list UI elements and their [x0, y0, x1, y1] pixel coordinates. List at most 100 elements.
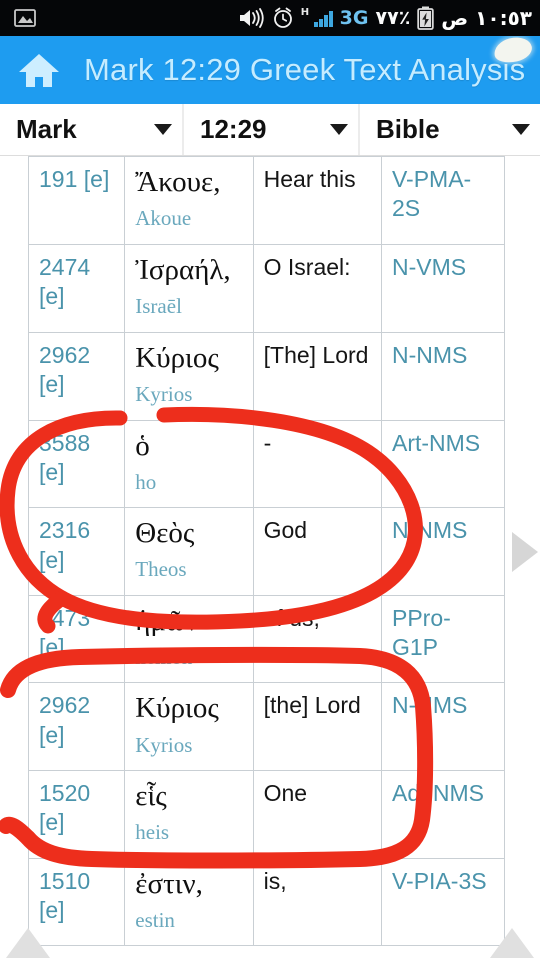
- english-gloss: [the] Lord: [263, 692, 361, 719]
- hspa-label: H: [300, 6, 310, 18]
- parsing-code: PPro-G1P: [391, 604, 451, 660]
- chevron-down-icon: [330, 124, 348, 135]
- strongs-cell[interactable]: 2962 [e]: [27, 682, 126, 772]
- network-type-label: 3G: [339, 7, 369, 29]
- transliteration: Theos: [135, 557, 187, 582]
- transliteration: Akoue: [135, 206, 192, 231]
- table-row[interactable]: 2962 [e] Κύριος Kyrios [The] Lord N-NMS: [27, 332, 506, 421]
- home-icon[interactable]: [16, 47, 62, 93]
- table-row[interactable]: 1520 [e] εἷς heis One Adj-NMS: [27, 770, 506, 859]
- parsing-code: N-NMS: [391, 517, 468, 544]
- interlinear-table: 191 [e] Ἄκουε, Akoue Hear this V-PMA-2S …: [27, 156, 506, 947]
- transliteration: hēmōn: [135, 645, 193, 670]
- english-gloss: One: [263, 780, 308, 807]
- alarm-clock-icon: [272, 7, 294, 29]
- book-dropdown-value: Mark: [16, 114, 77, 144]
- parsing-cell[interactable]: V-PIA-3S: [380, 857, 506, 947]
- strongs-number: 2316 [e]: [39, 517, 91, 573]
- status-bar-right: H 3G ٧٧٪ ١٠:٥٣ ص: [238, 6, 532, 30]
- chevron-down-icon: [512, 124, 530, 135]
- strongs-cell[interactable]: 3588 [e]: [27, 419, 126, 509]
- strongs-number: 2962 [e]: [39, 692, 91, 748]
- status-bar-left: [14, 8, 36, 28]
- greek-cell[interactable]: Κύριος Kyrios: [124, 332, 254, 421]
- reference-dropdown-value: 12:29: [200, 114, 267, 144]
- strongs-number: 1520 [e]: [39, 780, 91, 836]
- greek-cell[interactable]: εἷς heis: [124, 770, 254, 859]
- strongs-number: 3588 [e]: [39, 429, 91, 486]
- parsing-cell[interactable]: N-NMS: [380, 332, 506, 421]
- english-cell: is,: [252, 857, 382, 947]
- reference-dropdown[interactable]: 12:29: [184, 104, 360, 155]
- strongs-number: 2962 [e]: [39, 342, 91, 398]
- greek-word: Θεὸς: [135, 517, 195, 550]
- greek-cell[interactable]: Ἄκουε, Akoue: [124, 156, 254, 245]
- greek-word: ὁ: [135, 429, 150, 462]
- parsing-cell[interactable]: N-NMS: [380, 682, 506, 772]
- parsing-cell[interactable]: N-VMS: [380, 244, 506, 333]
- greek-cell[interactable]: ἐστιν, estin: [124, 857, 254, 947]
- chevron-down-icon: [154, 124, 172, 135]
- strongs-number: 191 [e]: [39, 166, 110, 192]
- triangle-right-icon[interactable]: [512, 532, 538, 572]
- transliteration: ho: [135, 469, 157, 494]
- greek-cell[interactable]: ἡμῶν hēmōn: [124, 594, 254, 684]
- interlinear-table-container[interactable]: 191 [e] Ἄκουε, Akoue Hear this V-PMA-2S …: [0, 156, 540, 960]
- table-row[interactable]: 2474 [e] Ἰσραήλ, Israēl O Israel: N-VMS: [27, 244, 506, 333]
- english-cell: Hear this: [252, 156, 382, 245]
- triangle-up-left-icon[interactable]: [6, 928, 50, 958]
- strongs-cell[interactable]: 2474 [e]: [27, 244, 126, 333]
- battery-charging-icon: [417, 6, 434, 30]
- book-dropdown[interactable]: Mark: [0, 104, 184, 155]
- table-row[interactable]: 3588 [e] ὁ ho - Art-NMS: [27, 419, 506, 509]
- parsing-code: V-PMA-2S: [391, 166, 472, 221]
- parsing-cell[interactable]: Adj-NMS: [380, 770, 506, 859]
- strongs-cell[interactable]: 2316 [e]: [27, 507, 126, 596]
- strongs-cell[interactable]: 191 [e]: [27, 156, 126, 245]
- parsing-cell[interactable]: V-PMA-2S: [380, 156, 506, 245]
- greek-word: Κύριος: [135, 692, 219, 725]
- greek-cell[interactable]: Κύριος Kyrios: [124, 682, 254, 772]
- table-row[interactable]: 191 [e] Ἄκουε, Akoue Hear this V-PMA-2S: [27, 156, 506, 245]
- greek-cell[interactable]: ὁ ho: [124, 419, 254, 509]
- battery-percent-label: ٧٧٪: [375, 7, 411, 29]
- version-dropdown[interactable]: Bible: [360, 104, 540, 155]
- triangle-up-right-icon[interactable]: [490, 928, 534, 958]
- parsing-code: V-PIA-3S: [391, 867, 487, 894]
- strongs-number: 1510 [e]: [39, 867, 91, 924]
- clock-label: ١٠:٥٣ ص: [441, 6, 532, 30]
- greek-word: Ἰσραήλ,: [135, 254, 231, 286]
- table-row[interactable]: 2316 [e] Θεὸς Theos God N-NMS: [27, 507, 506, 596]
- parsing-cell[interactable]: Art-NMS: [380, 419, 506, 509]
- version-dropdown-value: Bible: [376, 114, 440, 144]
- image-icon: [14, 8, 36, 28]
- greek-word: εἷς: [135, 780, 167, 813]
- transliteration: Israēl: [135, 294, 182, 319]
- english-cell: O Israel:: [252, 244, 382, 333]
- transliteration: Kyrios: [135, 732, 193, 757]
- transliteration: heis: [135, 820, 170, 845]
- strongs-cell[interactable]: 2962 [e]: [27, 332, 126, 421]
- selector-bar: Mark 12:29 Bible: [0, 104, 540, 156]
- greek-cell[interactable]: Ἰσραήλ, Israēl: [124, 244, 254, 333]
- greek-word: Ἄκουε,: [135, 166, 221, 198]
- transliteration: estin: [135, 907, 175, 932]
- english-cell: -: [252, 419, 382, 509]
- table-row[interactable]: 1510 [e] ἐστιν, estin is, V-PIA-3S: [27, 857, 506, 947]
- transliteration: Kyrios: [135, 382, 193, 407]
- parsing-cell[interactable]: N-NMS: [380, 507, 506, 596]
- app-bar: Mark 12:29 Greek Text Analysis: [0, 36, 540, 104]
- strongs-cell[interactable]: 1520 [e]: [27, 770, 126, 859]
- parsing-code: Art-NMS: [391, 429, 481, 456]
- parsing-code: Adj-NMS: [391, 780, 484, 807]
- greek-word: Κύριος: [135, 342, 219, 374]
- parsing-cell[interactable]: PPro-G1P: [380, 594, 506, 684]
- greek-cell[interactable]: Θεὸς Theos: [124, 507, 254, 596]
- parsing-code: N-VMS: [391, 254, 467, 280]
- english-cell: [the] Lord: [252, 682, 382, 772]
- english-gloss: of us,: [263, 604, 320, 631]
- table-row[interactable]: 1473 [e] ἡμῶν hēmōn of us, PPro-G1P: [27, 594, 506, 684]
- english-cell: One: [252, 770, 382, 859]
- table-row[interactable]: 2962 [e] Κύριος Kyrios [the] Lord N-NMS: [27, 682, 506, 772]
- strongs-cell[interactable]: 1473 [e]: [27, 594, 126, 684]
